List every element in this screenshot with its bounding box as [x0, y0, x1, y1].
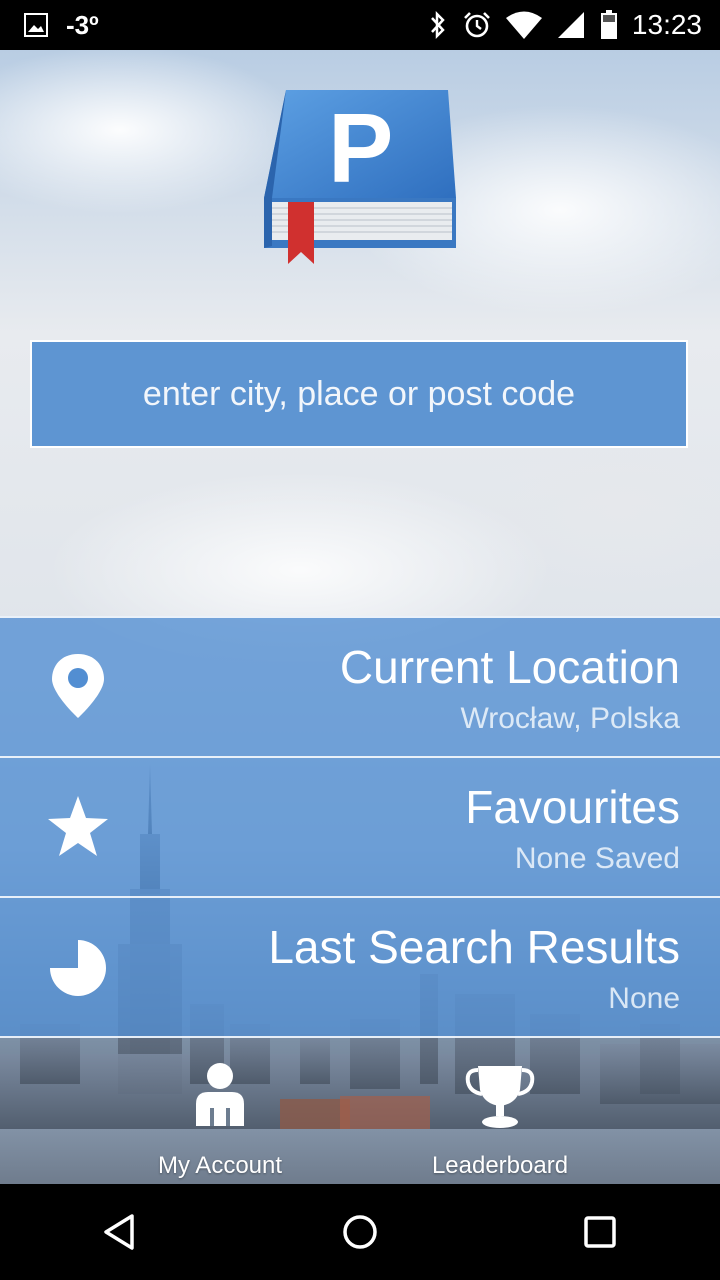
temperature-text: -3º	[66, 9, 99, 40]
my-account-button[interactable]: My Account	[100, 1060, 340, 1180]
current-location-value: Wrocław, Polska	[460, 702, 680, 735]
app-screen: P enter city, place or post code Current…	[0, 50, 720, 1184]
signal-icon	[557, 12, 584, 38]
trophy-icon	[465, 1066, 535, 1128]
bottom-navigation: My Account Leaderboard	[0, 1050, 720, 1184]
current-location-item[interactable]: Current Location Wrocław, Polska	[0, 616, 720, 756]
last-search-results-value: None	[608, 982, 680, 1015]
battery-icon	[600, 10, 617, 39]
star-icon	[48, 796, 108, 856]
home-button[interactable]	[300, 1184, 420, 1280]
leaderboard-button[interactable]: Leaderboard	[380, 1060, 620, 1180]
my-account-label: My Account	[157, 1152, 283, 1179]
favourites-value: None Saved	[514, 842, 680, 875]
favourites-item[interactable]: Favourites None Saved	[0, 756, 720, 896]
app-logo: P	[264, 90, 456, 264]
system-navigation-bar	[0, 1184, 720, 1280]
favourites-title: Favourites	[465, 781, 680, 833]
leaderboard-label: Leaderboard	[431, 1152, 569, 1179]
recents-button[interactable]	[540, 1184, 660, 1280]
alarm-icon	[464, 12, 490, 38]
recents-icon	[584, 1216, 616, 1248]
last-search-results-title: Last Search Results	[268, 921, 680, 973]
last-search-results-item[interactable]: Last Search Results None	[0, 896, 720, 1038]
home-icon	[343, 1215, 377, 1249]
clock-time: 13:23	[631, 9, 702, 40]
person-icon	[196, 1063, 244, 1126]
back-icon	[104, 1214, 134, 1250]
location-search-input[interactable]: enter city, place or post code	[30, 340, 688, 448]
location-pin-icon	[52, 654, 104, 718]
logo-letter: P	[328, 93, 393, 203]
status-bar: -3º 13:23	[0, 0, 720, 50]
image-icon	[24, 13, 48, 37]
back-button[interactable]	[60, 1184, 180, 1280]
bluetooth-icon	[431, 10, 445, 40]
menu-list: Current Location Wrocław, Polska Favouri…	[0, 616, 720, 1038]
pie-chart-icon	[50, 940, 106, 996]
wifi-icon	[505, 11, 542, 39]
current-location-title: Current Location	[339, 641, 680, 693]
